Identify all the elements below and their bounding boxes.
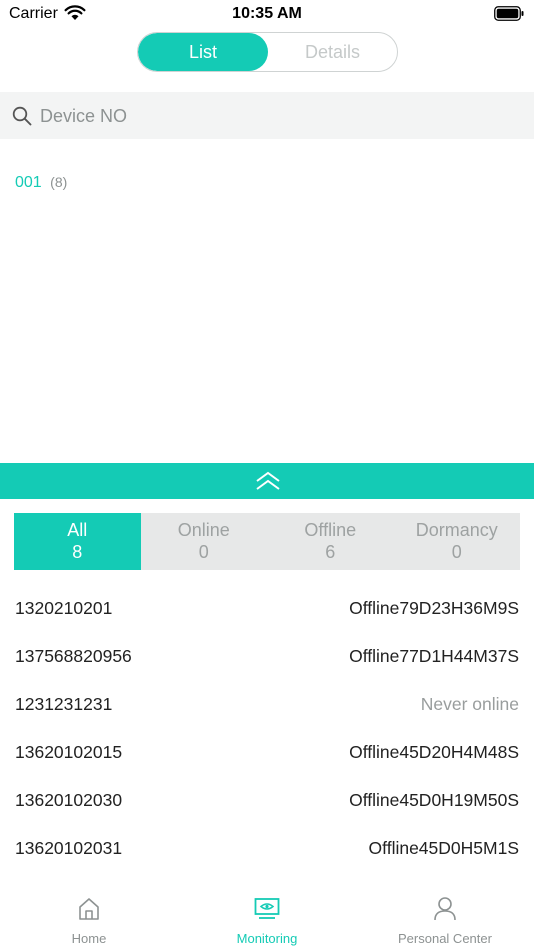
home-icon xyxy=(79,898,99,920)
status-time: 10:35 AM xyxy=(232,5,302,22)
tab-monitoring[interactable]: Monitoring xyxy=(178,884,356,950)
device-status: Never online xyxy=(420,694,519,714)
device-row[interactable]: 1231231231 Never online xyxy=(0,681,534,729)
device-status: Offline45D20H4M48S xyxy=(349,742,519,762)
group-name: 001 xyxy=(15,174,42,191)
device-id: 13620102030 xyxy=(15,790,123,810)
filter-tab-label: Online xyxy=(177,520,230,540)
device-list: 1320210201 Offline79D23H36M9S 1375688209… xyxy=(0,585,534,873)
device-row[interactable]: 13620102015 Offline45D20H4M48S xyxy=(0,729,534,777)
filter-tab-count: 0 xyxy=(451,542,462,562)
filter-tab-label: Offline xyxy=(304,520,357,540)
device-status: Offline79D23H36M9S xyxy=(349,598,519,618)
group-count: (8) xyxy=(50,174,68,190)
device-id: 1231231231 xyxy=(15,694,113,714)
person-icon xyxy=(434,897,456,921)
filter-tab-offline[interactable]: Offline 6 xyxy=(267,513,394,570)
view-segmented-control: List Details xyxy=(137,32,398,72)
battery-icon xyxy=(494,6,524,21)
tab-personal-center-label: Personal Center xyxy=(398,931,492,946)
filter-tab-count: 8 xyxy=(72,542,83,562)
segment-list-button[interactable]: List xyxy=(138,33,268,71)
device-id: 137568820956 xyxy=(15,646,132,666)
search-icon xyxy=(12,106,32,126)
device-search-input[interactable] xyxy=(40,103,510,129)
device-row[interactable]: 1320210201 Offline79D23H36M9S xyxy=(0,585,534,633)
filter-tab-count: 6 xyxy=(325,542,336,562)
tab-home-label: Home xyxy=(71,931,107,946)
filter-tab-dormancy[interactable]: Dormancy 0 xyxy=(394,513,521,570)
status-bar: Carrier 10:35 AM xyxy=(0,0,534,30)
filter-tab-all[interactable]: All 8 xyxy=(14,513,141,570)
bottom-tab-bar: Home Monitoring Personal Center xyxy=(0,884,534,950)
search-bar xyxy=(0,92,534,139)
monitor-icon xyxy=(254,898,280,919)
filter-tab-online[interactable]: Online 0 xyxy=(141,513,268,570)
tab-personal-center[interactable]: Personal Center xyxy=(356,884,534,950)
device-row[interactable]: 137568820956 Offline77D1H44M37S xyxy=(0,633,534,681)
group-item[interactable]: 001 (8) xyxy=(15,170,67,194)
device-id: 13620102031 xyxy=(15,838,123,858)
double-chevron-up-icon xyxy=(256,471,280,490)
tab-monitoring-label: Monitoring xyxy=(236,931,298,946)
filter-tab-count: 0 xyxy=(198,542,209,562)
device-status: Offline45D0H5M1S xyxy=(368,838,519,858)
segment-details-button[interactable]: Details xyxy=(268,33,397,71)
device-row[interactable]: 13620102030 Offline45D0H19M50S xyxy=(0,777,534,825)
device-status: Offline77D1H44M37S xyxy=(349,646,519,666)
device-status: Offline45D0H19M50S xyxy=(349,790,519,810)
device-id: 13620102015 xyxy=(15,742,123,762)
filter-tab-label: All xyxy=(67,520,88,540)
device-id: 1320210201 xyxy=(15,598,113,618)
tab-home[interactable]: Home xyxy=(0,884,178,950)
expand-panel-bar[interactable] xyxy=(0,463,534,499)
filter-tab-label: Dormancy xyxy=(415,520,498,540)
device-row[interactable]: 13620102031 Offline45D0H5M1S xyxy=(0,825,534,873)
status-filter-tabs: All 8 Online 0 Offline 6 Dormancy 0 xyxy=(14,513,520,570)
